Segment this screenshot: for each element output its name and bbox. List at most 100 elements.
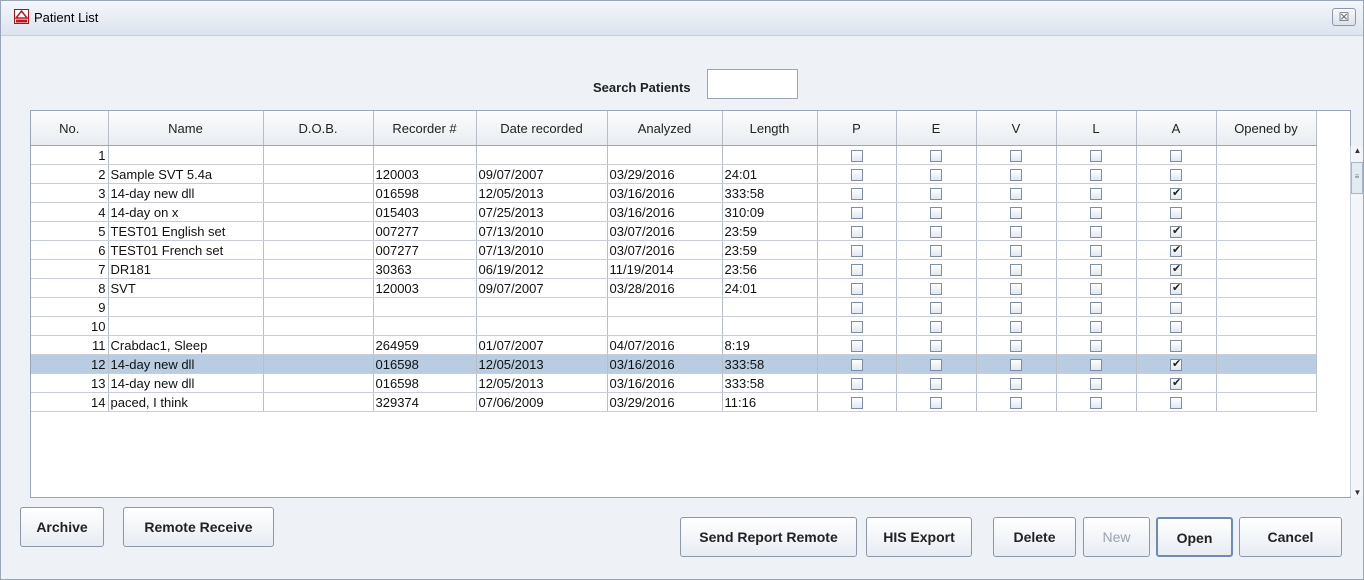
column-header[interactable]: Name	[108, 111, 264, 146]
checkbox-L[interactable]	[1090, 245, 1102, 258]
checkbox-E[interactable]	[930, 378, 942, 391]
checkbox-E[interactable]	[930, 245, 942, 258]
checkbox-P[interactable]	[850, 359, 863, 372]
column-header[interactable]: A	[1136, 111, 1217, 146]
checkbox-V[interactable]	[1010, 397, 1022, 410]
table-row[interactable]: 10	[31, 316, 1317, 336]
checkbox-A[interactable]	[1170, 243, 1182, 258]
checkbox-V[interactable]	[1010, 207, 1022, 220]
checkbox-E[interactable]	[930, 226, 942, 239]
checkbox-E[interactable]	[930, 264, 942, 277]
column-header[interactable]: D.O.B.	[263, 111, 374, 146]
checkbox-P[interactable]	[850, 188, 863, 201]
checkbox-P[interactable]	[850, 340, 863, 353]
checkbox-V[interactable]	[1010, 283, 1022, 296]
checkbox-A[interactable]	[1170, 302, 1182, 315]
checkbox-E[interactable]	[930, 340, 942, 353]
table-row[interactable]: 6 TEST01 French set 007277 07/13/2010 03/07/…	[31, 240, 1317, 260]
column-header[interactable]: Date recorded	[476, 111, 608, 146]
table-row[interactable]: 13 14-day new dll 016598 12/05/2013 03/16/20…	[31, 373, 1317, 393]
checkbox-V[interactable]	[1010, 188, 1022, 201]
scroll-thumb[interactable]: ≡	[1351, 162, 1363, 194]
table-row[interactable]: 4 14-day on x 015403 07/25/2013 03/16/2016 31…	[31, 202, 1317, 222]
checkbox-P[interactable]	[850, 378, 863, 391]
checkbox-A[interactable]	[1170, 150, 1182, 163]
table-row[interactable]: 2 Sample SVT 5.4a 120003 09/07/2007 03/29/20…	[31, 164, 1317, 184]
checkbox-L[interactable]	[1090, 321, 1102, 334]
checkbox-P[interactable]	[850, 302, 863, 315]
checkbox-L[interactable]	[1090, 264, 1102, 277]
checkbox-A[interactable]	[1170, 397, 1182, 410]
checkbox-V[interactable]	[1010, 359, 1022, 372]
checkbox-E[interactable]	[930, 283, 942, 296]
checkbox-P[interactable]	[850, 150, 863, 163]
checkbox-V[interactable]	[1010, 169, 1022, 182]
checkbox-V[interactable]	[1010, 302, 1022, 315]
checkbox-A[interactable]	[1170, 169, 1182, 182]
his-export-button[interactable]: HIS Export	[866, 517, 972, 557]
checkbox-L[interactable]	[1090, 150, 1102, 163]
title-bar[interactable]: Patient List ☒	[1, 1, 1363, 36]
search-patients-input[interactable]	[707, 69, 798, 99]
send-report-remote-button[interactable]: Send Report Remote	[680, 517, 857, 557]
scroll-down-icon[interactable]: ▼	[1353, 488, 1362, 497]
checkbox-E[interactable]	[930, 169, 942, 182]
table-row[interactable]: 1	[31, 145, 1317, 165]
checkbox-P[interactable]	[850, 169, 863, 182]
scroll-up-icon[interactable]: ▲	[1353, 146, 1362, 155]
checkbox-V[interactable]	[1010, 245, 1022, 258]
checkbox-L[interactable]	[1090, 340, 1102, 353]
checkbox-E[interactable]	[930, 150, 942, 163]
checkbox-V[interactable]	[1010, 226, 1022, 239]
checkbox-P[interactable]	[850, 245, 863, 258]
checkbox-L[interactable]	[1090, 226, 1102, 239]
open-button[interactable]: Open	[1156, 517, 1233, 557]
checkbox-A[interactable]	[1170, 376, 1182, 391]
column-header[interactable]: E	[896, 111, 977, 146]
table-row[interactable]: 5 TEST01 English set 007277 07/13/2010 03/07…	[31, 221, 1317, 241]
column-header[interactable]: Opened by	[1216, 111, 1317, 146]
table-row[interactable]: 3 14-day new dll 016598 12/05/2013 03/16/201…	[31, 183, 1317, 203]
checkbox-E[interactable]	[930, 397, 942, 410]
new-button[interactable]: New	[1083, 517, 1150, 557]
checkbox-A[interactable]	[1170, 262, 1182, 277]
checkbox-L[interactable]	[1090, 397, 1102, 410]
checkbox-A[interactable]	[1170, 357, 1182, 372]
table-row[interactable]: 8 SVT 120003 09/07/2007 03/28/2016 24:01	[31, 278, 1317, 298]
table-row[interactable]: 7 DR181 30363 06/19/2012 11/19/2014 23:56	[31, 259, 1317, 279]
checkbox-V[interactable]	[1010, 378, 1022, 391]
checkbox-A[interactable]	[1170, 340, 1182, 353]
checkbox-V[interactable]	[1010, 340, 1022, 353]
table-row[interactable]: 9	[31, 297, 1317, 317]
checkbox-V[interactable]	[1010, 150, 1022, 163]
archive-button[interactable]: Archive	[20, 507, 104, 547]
checkbox-L[interactable]	[1090, 378, 1102, 391]
checkbox-L[interactable]	[1090, 283, 1102, 296]
column-header[interactable]: P	[817, 111, 897, 146]
checkbox-E[interactable]	[930, 359, 942, 372]
close-icon[interactable]: ☒	[1332, 8, 1356, 26]
checkbox-E[interactable]	[930, 207, 942, 220]
column-header[interactable]: No.	[31, 111, 109, 146]
column-header[interactable]: Length	[722, 111, 818, 146]
checkbox-P[interactable]	[850, 283, 863, 296]
checkbox-L[interactable]	[1090, 302, 1102, 315]
table-row[interactable]: 14 paced, I think 329374 07/06/2009 03/29/20…	[31, 392, 1317, 412]
checkbox-P[interactable]	[850, 321, 863, 334]
checkbox-L[interactable]	[1090, 169, 1102, 182]
checkbox-V[interactable]	[1010, 264, 1022, 277]
checkbox-P[interactable]	[850, 264, 863, 277]
checkbox-E[interactable]	[930, 302, 942, 315]
checkbox-E[interactable]	[930, 188, 942, 201]
checkbox-A[interactable]	[1170, 224, 1182, 239]
checkbox-P[interactable]	[850, 226, 863, 239]
checkbox-L[interactable]	[1090, 207, 1102, 220]
checkbox-P[interactable]	[850, 207, 863, 220]
column-header[interactable]: L	[1056, 111, 1137, 146]
checkbox-L[interactable]	[1090, 188, 1102, 201]
checkbox-V[interactable]	[1010, 321, 1022, 334]
checkbox-A[interactable]	[1170, 207, 1182, 220]
checkbox-A[interactable]	[1170, 281, 1182, 296]
column-header[interactable]: V	[976, 111, 1057, 146]
checkbox-E[interactable]	[930, 321, 942, 334]
